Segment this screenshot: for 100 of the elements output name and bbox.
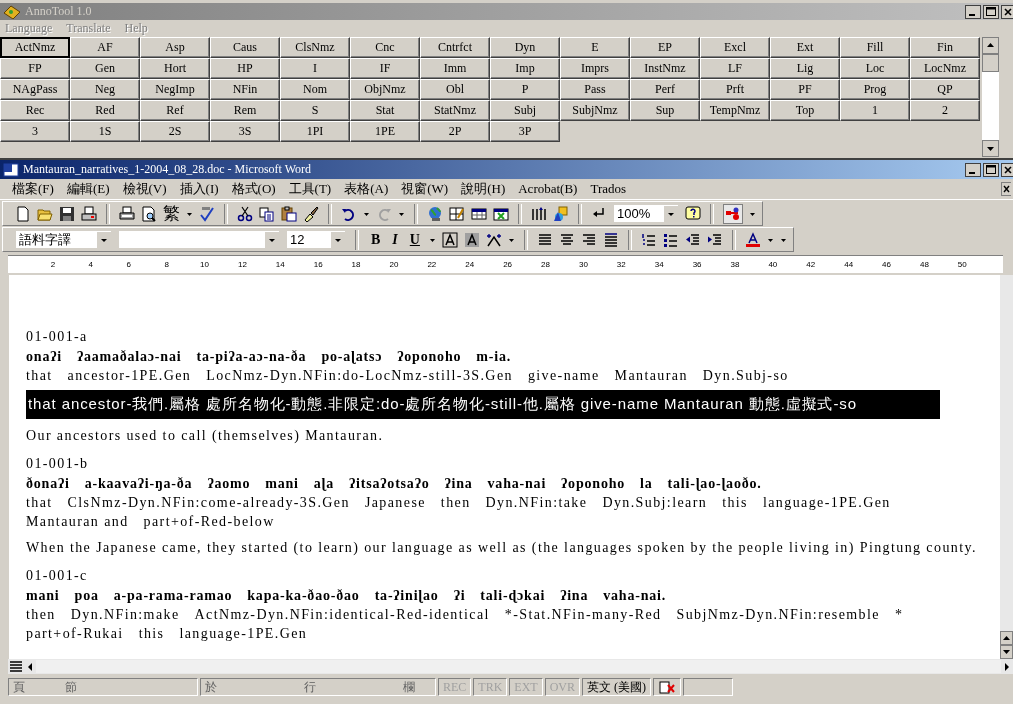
tag-button[interactable]: ObjNmz [350,79,420,100]
tag-button[interactable]: NAgPass [0,79,70,100]
font-color-icon[interactable] [744,231,761,248]
document-printer-icon[interactable] [81,205,97,222]
tag-button[interactable]: Imp [490,58,560,79]
align-left-icon[interactable] [536,231,553,248]
tag-button[interactable]: ActNmz [0,37,70,58]
tag-button[interactable]: Dyn [490,37,560,58]
drawing-tools-icon[interactable] [553,205,569,222]
network-icon[interactable] [725,205,741,222]
tag-button[interactable]: Hort [140,58,210,79]
new-document-icon[interactable] [15,205,31,222]
save-icon[interactable] [59,205,75,222]
spelling-status-icon[interactable] [658,680,676,694]
border-letter-icon[interactable] [441,231,458,248]
tag-button[interactable]: Subj [490,100,560,121]
tag-button[interactable]: Fill [840,37,910,58]
spreadsheet-icon[interactable] [493,205,509,222]
tag-button[interactable]: Loc [840,58,910,79]
menu-item[interactable]: 工具(T) [288,180,332,198]
align-center-icon[interactable] [558,231,575,248]
tag-button[interactable]: 3P [490,121,560,142]
tag-button[interactable]: FP [0,58,70,79]
tag-button[interactable]: P [490,79,560,100]
brush-icon[interactable] [303,205,319,222]
tag-button[interactable]: AF [70,37,140,58]
tag-button[interactable]: Nom [280,79,350,100]
tag-button[interactable]: PF [770,79,840,100]
copy-icon[interactable] [259,205,275,222]
tag-button[interactable]: Sup [630,100,700,121]
menu-item[interactable]: 插入(I) [179,180,219,198]
spelling-check-icon[interactable] [199,205,215,222]
bold-button[interactable]: B [368,231,384,248]
scroll-up-icon[interactable] [982,37,999,54]
tag-button[interactable]: HP [210,58,280,79]
minimize-icon[interactable] [965,4,981,19]
maximize-icon[interactable] [983,4,999,19]
tag-button[interactable]: Red [70,100,140,121]
font-field[interactable] [118,230,280,249]
tag-button[interactable]: 1 [840,100,910,121]
menu-item[interactable]: 檢視(V) [122,180,167,198]
maximize-icon[interactable] [983,162,999,177]
tag-button[interactable]: Perf [630,79,700,100]
menu-item[interactable]: 格式(O) [231,180,276,198]
bullet-list-icon[interactable] [662,231,679,248]
scroll-down-icon[interactable] [1000,645,1013,659]
tag-button[interactable]: ClsNmz [280,37,350,58]
close-icon[interactable] [1001,4,1013,19]
tag-button[interactable]: 1S [70,121,140,142]
tag-button[interactable]: TempNmz [700,100,770,121]
zoom-field[interactable]: 100% [613,204,679,223]
tag-button[interactable]: 3 [0,121,70,142]
tag-button[interactable]: Neg [70,79,140,100]
numbered-list-icon[interactable] [640,231,657,248]
columns-icon[interactable] [531,205,547,222]
tag-button[interactable]: Prft [700,79,770,100]
table-draw-icon[interactable] [449,205,465,222]
tag-button[interactable]: SubjNmz [560,100,630,121]
scroll-down-icon[interactable] [982,140,999,157]
table-icon[interactable] [471,205,487,222]
tag-button[interactable]: Prog [840,79,910,100]
scroll-up-icon[interactable] [1000,631,1013,645]
outdent-icon[interactable] [684,231,701,248]
cut-icon[interactable] [237,205,253,222]
font-size-field[interactable]: 12 [286,230,346,249]
paste-icon[interactable] [281,205,297,222]
tag-button[interactable]: Stat [350,100,420,121]
tag-button[interactable]: IF [350,58,420,79]
menu-item[interactable]: Acrobat(B) [518,181,578,197]
tag-button[interactable]: S [280,100,350,121]
tag-button[interactable]: Ext [770,37,840,58]
tag-button[interactable]: NegImp [140,79,210,100]
tag-button[interactable]: 1PE [350,121,420,142]
tag-button[interactable]: Cntrfct [420,37,490,58]
print-preview-icon[interactable] [141,205,157,222]
tag-button[interactable]: Rec [0,100,70,121]
tag-button[interactable]: 1PI [280,121,350,142]
tag-button[interactable]: Fin [910,37,980,58]
tag-button[interactable]: I [280,58,350,79]
tag-button[interactable]: QP [910,79,980,100]
tag-button[interactable]: 3S [210,121,280,142]
ruler[interactable]: 2 4 6 8 10 12 14 16 18 20 22 24 26 28 30 32 34 36 38 40 42 44 46 48 50 [8,255,1003,273]
tag-button[interactable]: Caus [210,37,280,58]
menu-item[interactable]: 表格(A) [344,180,389,198]
close-icon[interactable] [1001,182,1011,196]
tag-button[interactable]: LF [700,58,770,79]
print-icon[interactable] [119,205,135,222]
underline-button[interactable]: U [406,231,423,248]
tag-button[interactable]: Imprs [560,58,630,79]
scroll-thumb-icon[interactable] [982,54,999,72]
minimize-icon[interactable] [965,162,981,177]
italic-button[interactable]: I [389,231,401,248]
tag-button[interactable]: InstNmz [630,58,700,79]
tag-button[interactable]: Excl [700,37,770,58]
tag-button[interactable]: Gen [70,58,140,79]
style-field[interactable]: 語料字譯 [15,230,112,249]
tag-button[interactable]: E [560,37,630,58]
menu-item[interactable]: 編輯(E) [66,180,110,198]
menu-item[interactable]: Trados [590,181,627,197]
align-left-icon[interactable] [8,658,24,675]
